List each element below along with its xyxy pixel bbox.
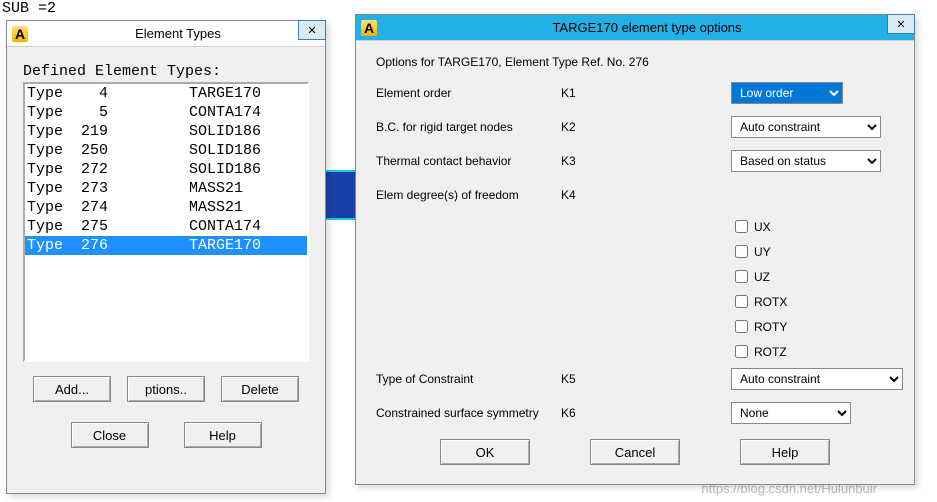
list-item[interactable]: Type 5 CONTA174: [25, 103, 307, 122]
k2-label: B.C. for rigid target nodes: [376, 120, 561, 134]
dof-checkbox-label: ROTZ: [754, 345, 787, 359]
dof-checkbox-group: UX UY UZ ROTX ROTY ROTZ: [376, 217, 894, 361]
k4-label: Elem degree(s) of freedom: [376, 188, 561, 202]
k3-label: Thermal contact behavior: [376, 154, 561, 168]
background-code-text: SUB =2: [2, 0, 56, 17]
list-item[interactable]: Type 250 SOLID186: [25, 141, 307, 160]
k2-select[interactable]: Auto constraint: [731, 116, 881, 138]
k6-select[interactable]: None: [731, 402, 851, 424]
dof-checkbox-input[interactable]: [735, 320, 748, 333]
k5-label: Type of Constraint: [376, 372, 561, 386]
k3-select[interactable]: Based on status: [731, 150, 881, 172]
list-item[interactable]: Type 272 SOLID186: [25, 160, 307, 179]
targe170-title: TARGE170 element type options: [384, 20, 910, 35]
k4-tag: K4: [561, 188, 601, 202]
help-button[interactable]: Help: [184, 422, 262, 448]
ansys-logo-icon: A: [360, 19, 378, 37]
dof-checkbox-ux[interactable]: UX: [731, 217, 894, 236]
k5-tag: K5: [561, 372, 601, 386]
help-button[interactable]: Help: [740, 439, 830, 465]
k5-select[interactable]: Auto constraint: [731, 368, 903, 390]
list-item[interactable]: Type 274 MASS21: [25, 198, 307, 217]
k2-tag: K2: [561, 120, 601, 134]
targe170-titlebar[interactable]: A TARGE170 element type options ✕: [356, 15, 914, 41]
list-item[interactable]: Type 4 TARGE170: [25, 84, 307, 103]
ok-button[interactable]: OK: [440, 439, 530, 465]
targe170-options-window: A TARGE170 element type options ✕ Option…: [355, 14, 915, 485]
k1-select[interactable]: Low order: [731, 82, 843, 104]
dof-checkbox-rotx[interactable]: ROTX: [731, 292, 894, 311]
close-icon[interactable]: ✕: [298, 20, 326, 40]
dof-checkbox-input[interactable]: [735, 220, 748, 233]
list-item[interactable]: Type 219 SOLID186: [25, 122, 307, 141]
options-button[interactable]: ptions..: [127, 376, 205, 402]
list-item[interactable]: Type 276 TARGE170: [25, 236, 307, 255]
dof-checkbox-rotz[interactable]: ROTZ: [731, 342, 894, 361]
dof-checkbox-label: UY: [754, 245, 771, 259]
defined-element-types-label: Defined Element Types:: [23, 63, 309, 80]
list-item[interactable]: Type 273 MASS21: [25, 179, 307, 198]
dof-checkbox-label: ROTY: [754, 320, 787, 334]
close-button[interactable]: Close: [71, 422, 149, 448]
dof-checkbox-label: UX: [754, 220, 771, 234]
k3-tag: K3: [561, 154, 601, 168]
dof-checkbox-label: UZ: [754, 270, 770, 284]
dof-checkbox-label: ROTX: [754, 295, 787, 309]
delete-button[interactable]: Delete: [221, 376, 299, 402]
dof-checkbox-uz[interactable]: UZ: [731, 267, 894, 286]
dof-checkbox-input[interactable]: [735, 270, 748, 283]
options-caption: Options for TARGE170, Element Type Ref. …: [376, 55, 894, 69]
element-types-window: A Element Types ✕ Defined Element Types:…: [6, 20, 326, 494]
dof-checkbox-input[interactable]: [735, 245, 748, 258]
dof-checkbox-input[interactable]: [735, 345, 748, 358]
k6-label: Constrained surface symmetry: [376, 406, 561, 420]
k1-label: Element order: [376, 86, 561, 100]
list-item[interactable]: Type 275 CONTA174: [25, 217, 307, 236]
k6-tag: K6: [561, 406, 601, 420]
dof-checkbox-uy[interactable]: UY: [731, 242, 894, 261]
close-icon[interactable]: ✕: [887, 14, 915, 34]
cancel-button[interactable]: Cancel: [590, 439, 680, 465]
k1-tag: K1: [561, 86, 601, 100]
ansys-logo-icon: A: [11, 25, 29, 43]
element-types-listbox[interactable]: Type 4 TARGE170Type 5 CONTA174Type 219 S…: [23, 82, 309, 362]
element-types-title: Element Types: [35, 26, 321, 41]
element-types-titlebar[interactable]: A Element Types ✕: [7, 21, 325, 47]
dof-checkbox-input[interactable]: [735, 295, 748, 308]
dof-checkbox-roty[interactable]: ROTY: [731, 317, 894, 336]
add-button[interactable]: Add...: [33, 376, 111, 402]
